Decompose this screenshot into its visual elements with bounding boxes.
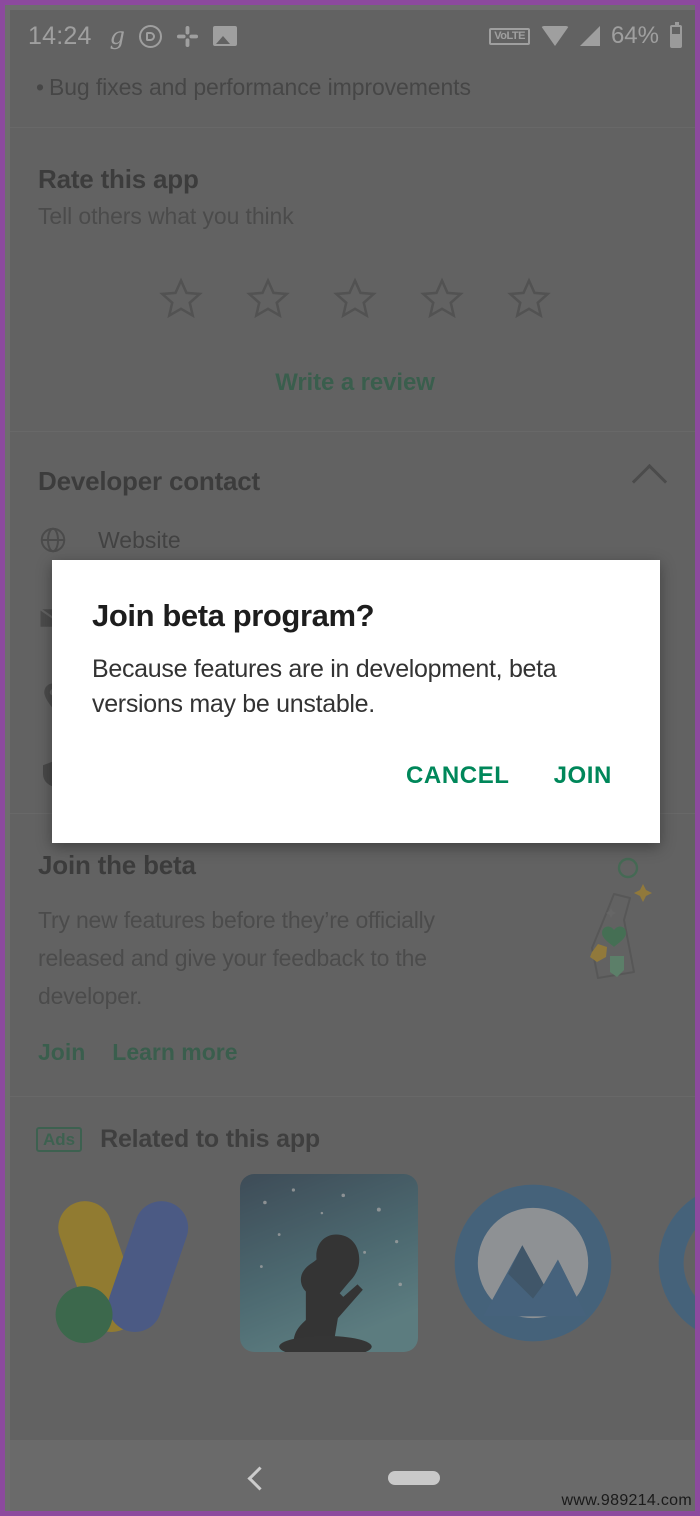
contact-label-website: Website xyxy=(98,526,181,553)
volte-icon: VoLTE xyxy=(489,27,530,45)
changelog-text: Bug fixes and performance improvements xyxy=(48,74,471,100)
phone-screen: 14:24 g VoLTE 64% • Bug fixes and perfor… xyxy=(10,10,695,1511)
related-apps-title: Related to this app xyxy=(100,1125,320,1153)
back-chevron-icon[interactable] xyxy=(246,1465,272,1491)
changelog-item: • Bug fixes and performance improvements xyxy=(10,62,695,127)
status-bar-notification-icons: g xyxy=(110,24,237,48)
related-apps-row xyxy=(10,1174,695,1365)
developer-contact-header[interactable]: Developer contact xyxy=(38,432,672,501)
status-bar-system-icons: VoLTE 64% xyxy=(489,21,682,50)
bullet-icon: • xyxy=(36,74,44,100)
rate-section-title: Rate this app xyxy=(38,164,199,194)
join-the-beta-section: Join the beta Try new features before th… xyxy=(10,814,695,1096)
reading-app-icon[interactable] xyxy=(240,1174,418,1365)
status-bar-clock: 14:24 xyxy=(28,21,92,50)
rate-this-app-section: Rate this app Tell others what you think xyxy=(10,128,695,431)
status-bar: 14:24 g VoLTE 64% xyxy=(10,10,695,62)
globe-icon xyxy=(38,525,68,555)
rate-section-subtitle: Tell others what you think xyxy=(38,203,294,229)
rating-star-3[interactable] xyxy=(332,276,378,325)
ads-badge: Ads xyxy=(36,1127,83,1152)
partial-app-icon[interactable] xyxy=(648,1174,695,1352)
cancel-button[interactable]: CANCEL xyxy=(406,762,510,790)
developer-contact-title: Developer contact xyxy=(38,466,261,496)
battery-percent-label: 64% xyxy=(610,22,659,49)
dialog-body-text: Because features are in development, bet… xyxy=(92,655,557,718)
beaker-icon xyxy=(568,852,664,997)
google-ads-app-icon[interactable] xyxy=(36,1174,214,1352)
photo-icon xyxy=(212,26,237,46)
screenshot-frame: 14:24 g VoLTE 64% • Bug fixes and perfor… xyxy=(0,0,700,1516)
beta-learn-more-link[interactable]: Learn more xyxy=(112,1039,237,1066)
rating-star-5[interactable] xyxy=(506,276,552,325)
watermark-text: www.989214.com xyxy=(561,1492,692,1509)
star-rating-control[interactable] xyxy=(38,230,672,325)
beta-links: Join Learn more xyxy=(38,1015,672,1066)
join-beta-dialog: Join beta program? Because features are … xyxy=(52,560,660,843)
rating-star-1[interactable] xyxy=(158,276,204,325)
chevron-up-icon[interactable] xyxy=(631,463,668,500)
related-apps-section: Ads Related to this app xyxy=(10,1097,695,1174)
wifi-icon xyxy=(540,26,569,46)
slack-icon xyxy=(176,25,199,48)
join-button[interactable]: JOIN xyxy=(554,762,612,790)
rating-star-2[interactable] xyxy=(245,276,291,325)
g-app-icon: g xyxy=(109,22,125,50)
rating-star-4[interactable] xyxy=(419,276,465,325)
beta-section-body: Try new features before they’re official… xyxy=(38,907,435,1009)
battery-icon xyxy=(670,21,682,48)
dialog-action-row: CANCEL JOIN xyxy=(92,722,620,790)
beta-join-link[interactable]: Join xyxy=(38,1039,85,1066)
ads-header: Ads Related to this app xyxy=(36,1097,672,1174)
whatsapp-icon xyxy=(138,24,162,48)
write-a-review-button[interactable]: Write a review xyxy=(38,325,672,431)
signal-icon xyxy=(579,26,600,46)
vpn-app-icon[interactable] xyxy=(444,1174,622,1352)
dialog-title: Join beta program? xyxy=(92,598,375,633)
home-pill-icon[interactable] xyxy=(387,1471,440,1485)
